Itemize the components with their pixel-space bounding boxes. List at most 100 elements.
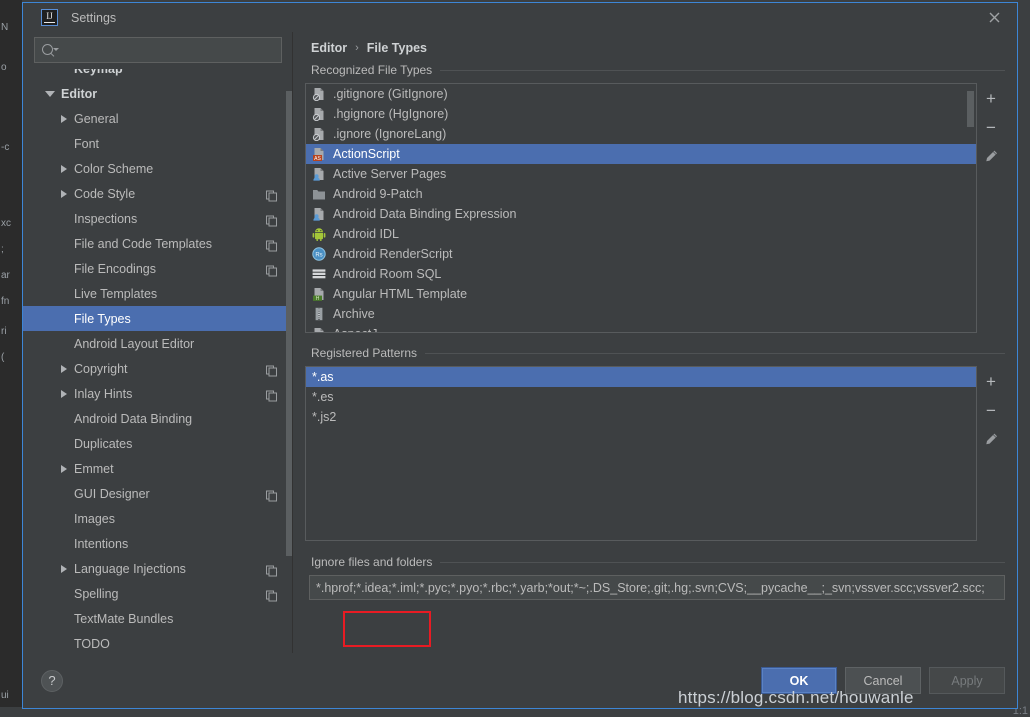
copy-settings-icon[interactable] (266, 563, 277, 576)
chevron-right-icon[interactable] (61, 189, 67, 198)
file-type-row[interactable]: .hgignore (HgIgnore) (306, 104, 976, 124)
folder-icon (312, 187, 326, 201)
edit-file-type-button[interactable] (983, 148, 999, 164)
ignore-files-input[interactable]: *.hprof;*.idea;*.iml;*.pyc;*.pyo;*.rbc;*… (309, 575, 1005, 600)
chevron-right-icon[interactable] (61, 389, 67, 398)
sidebar-item-inspections[interactable]: Inspections (23, 206, 293, 231)
sidebar-item-file-and-code-templates[interactable]: File and Code Templates (23, 231, 293, 256)
angular-html-icon: H (312, 287, 326, 302)
backdrop-text-fragment: ( (1, 352, 5, 363)
sidebar-item-label: TODO (74, 636, 110, 651)
pattern-row[interactable]: *.js2 (306, 407, 976, 427)
search-box[interactable] (34, 37, 282, 63)
pattern-label: *.as (312, 370, 334, 384)
copy-settings-icon[interactable] (266, 488, 277, 501)
cancel-button[interactable]: Cancel (845, 667, 921, 694)
breadcrumb-root[interactable]: Editor (311, 41, 347, 55)
copy-settings-icon[interactable] (266, 213, 277, 226)
sidebar-item-language-injections[interactable]: Language Injections (23, 556, 293, 581)
archive-icon (312, 307, 326, 321)
sidebar-item-editor[interactable]: Editor (23, 81, 293, 106)
file-type-row[interactable]: Active Server Pages (306, 164, 976, 184)
svg-text:H: H (316, 296, 320, 301)
file-type-row[interactable]: Rs Android RenderScript (306, 244, 976, 264)
file-type-row[interactable]: Android IDL (306, 224, 976, 244)
sidebar-item-duplicates[interactable]: Duplicates (23, 431, 293, 456)
close-icon[interactable] (971, 3, 1017, 32)
pattern-row[interactable]: *.es (306, 387, 976, 407)
copy-settings-icon[interactable] (266, 363, 277, 376)
settings-tree[interactable]: Keymap Editor General Font Color Scheme Code … (23, 69, 293, 653)
backdrop-text-fragment: o (1, 62, 7, 73)
dialog-button-group: OK Cancel Apply (761, 667, 1005, 694)
chevron-down-icon[interactable] (45, 90, 55, 97)
sidebar-item-android-data-binding[interactable]: Android Data Binding (23, 406, 293, 431)
file-type-row[interactable]: Android Room SQL (306, 264, 976, 284)
intellij-logo-icon (41, 9, 58, 26)
sidebar-item-gui-designer[interactable]: GUI Designer (23, 481, 293, 506)
sidebar-item-images[interactable]: Images (23, 506, 293, 531)
sidebar-item-label: Inlay Hints (74, 386, 133, 401)
sidebar-item-copyright[interactable]: Copyright (23, 356, 293, 381)
sidebar-item-intentions[interactable]: Intentions (23, 531, 293, 556)
sidebar-item-live-templates[interactable]: Live Templates (23, 281, 293, 306)
pattern-row[interactable]: *.as (306, 367, 976, 387)
copy-settings-icon[interactable] (266, 188, 277, 201)
chevron-right-icon[interactable] (61, 364, 67, 373)
settings-content: Editor › File Types Recognized File Type… (293, 32, 1017, 653)
remove-file-type-button[interactable]: − (983, 119, 999, 136)
file-type-row[interactable]: Android 9-Patch (306, 184, 976, 204)
ignore-file-icon (312, 87, 326, 102)
sidebar-item-keymap[interactable]: Keymap (23, 69, 293, 81)
sidebar-divider (292, 32, 293, 653)
file-type-label: Android Data Binding Expression (333, 207, 517, 221)
sidebar-item-android-layout-editor[interactable]: Android Layout Editor (23, 331, 293, 356)
file-types-scrollbar-thumb[interactable] (967, 91, 974, 127)
registered-patterns-list[interactable]: *.as *.es *.js2 (305, 366, 977, 541)
file-type-row[interactable]: Android Data Binding Expression (306, 204, 976, 224)
dialog-titlebar: Settings (23, 3, 1017, 32)
sidebar-item-label: Editor (61, 86, 98, 101)
ignore-files-title: Ignore files and folders (311, 555, 433, 569)
sidebar-item-todo[interactable]: TODO (23, 631, 293, 653)
file-type-label: Archive (333, 307, 375, 321)
copy-settings-icon[interactable] (266, 263, 277, 276)
sidebar-item-file-types[interactable]: File Types (23, 306, 293, 331)
copy-settings-icon[interactable] (266, 388, 277, 401)
sidebar-item-font[interactable]: Font (23, 131, 293, 156)
aspectj-icon (312, 327, 326, 332)
sidebar-item-general[interactable]: General (23, 106, 293, 131)
chevron-right-icon[interactable] (61, 164, 67, 173)
sidebar-item-textmate-bundles[interactable]: TextMate Bundles (23, 606, 293, 631)
help-button[interactable]: ? (41, 669, 63, 692)
sidebar-item-label: TextMate Bundles (74, 611, 174, 626)
file-type-row[interactable]: AspectJ (306, 324, 976, 332)
file-type-row[interactable]: H Angular HTML Template (306, 284, 976, 304)
chevron-right-icon[interactable] (61, 464, 67, 473)
add-file-type-button[interactable]: + (983, 90, 999, 107)
remove-pattern-button[interactable]: − (983, 402, 999, 419)
add-pattern-button[interactable]: + (983, 373, 999, 390)
file-type-row[interactable]: AS ActionScript (306, 144, 976, 164)
copy-settings-icon[interactable] (266, 588, 277, 601)
file-types-scrollbar[interactable] (966, 85, 975, 331)
backdrop-right-strip (1020, 0, 1030, 717)
sidebar-item-color-scheme[interactable]: Color Scheme (23, 156, 293, 181)
chevron-right-icon[interactable] (61, 564, 67, 573)
sidebar-item-file-encodings[interactable]: File Encodings (23, 256, 293, 281)
copy-settings-icon[interactable] (266, 238, 277, 251)
file-type-row[interactable]: Archive (306, 304, 976, 324)
sidebar-item-inlay-hints[interactable]: Inlay Hints (23, 381, 293, 406)
sidebar-item-spelling[interactable]: Spelling (23, 581, 293, 606)
sidebar-item-emmet[interactable]: Emmet (23, 456, 293, 481)
file-type-row[interactable]: .gitignore (GitIgnore) (306, 84, 976, 104)
settings-sidebar: Keymap Editor General Font Color Scheme Code … (23, 32, 293, 653)
sidebar-item-code-style[interactable]: Code Style (23, 181, 293, 206)
search-input[interactable] (58, 43, 281, 57)
file-type-row[interactable]: .ignore (IgnoreLang) (306, 124, 976, 144)
chevron-right-icon[interactable] (61, 114, 67, 123)
ok-button[interactable]: OK (761, 667, 837, 694)
file-type-label: Angular HTML Template (333, 287, 468, 301)
edit-pattern-button[interactable] (983, 431, 999, 447)
recognized-file-types-list[interactable]: .gitignore (GitIgnore) .hgignore (HgIgnor… (305, 83, 977, 333)
